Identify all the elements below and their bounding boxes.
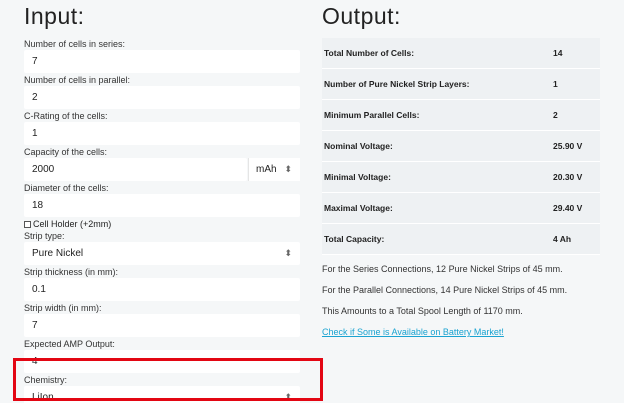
table-row: Total Number of Cells: 14: [322, 38, 600, 69]
cell-holder-row[interactable]: Cell Holder (+2mm): [24, 218, 300, 230]
strip-type-select[interactable]: Pure Nickel ⬍: [24, 242, 300, 265]
capacity-input[interactable]: 2000: [24, 158, 247, 181]
parallel-note: For the Parallel Connections, 14 Pure Ni…: [322, 285, 568, 295]
output-panel: Output: Total Number of Cells: 14 Number…: [322, 0, 600, 343]
table-row: Minimum Parallel Cells: 2: [322, 100, 600, 131]
series-input[interactable]: 7: [24, 50, 300, 73]
table-row: Maximal Voltage: 29.40 V: [322, 193, 600, 224]
output-table: Total Number of Cells: 14 Number of Pure…: [322, 38, 600, 255]
thickness-group: Strip thickness (in mm): 0.1: [24, 267, 300, 301]
series-group: Number of cells in series: 7: [24, 39, 300, 73]
table-row: Total Capacity: 4 Ah: [322, 224, 600, 255]
parallel-label: Number of cells in parallel:: [24, 75, 131, 85]
diameter-group: Diameter of the cells: 18: [24, 183, 300, 217]
row-label: Minimum Parallel Cells:: [324, 110, 420, 120]
row-value: 4 Ah: [553, 234, 572, 244]
output-notes: For the Series Connections, 12 Pure Nick…: [322, 259, 600, 343]
capacity-label: Capacity of the cells:: [24, 147, 108, 157]
width-group: Strip width (in mm): 7: [24, 303, 300, 337]
output-title: Output:: [322, 3, 401, 29]
row-label: Nominal Voltage:: [324, 141, 393, 151]
table-row: Number of Pure Nickel Strip Layers: 1: [322, 69, 600, 100]
row-value: 14: [553, 48, 563, 58]
spool-note: This Amounts to a Total Spool Length of …: [322, 306, 523, 316]
row-label: Maximal Voltage:: [324, 203, 393, 213]
battery-market-link[interactable]: Check if Some is Available on Battery Ma…: [322, 322, 600, 343]
diameter-label: Diameter of the cells:: [24, 183, 109, 193]
series-note: For the Series Connections, 12 Pure Nick…: [322, 264, 563, 274]
row-label: Total Capacity:: [324, 234, 385, 244]
row-value: 29.40 V: [553, 203, 583, 213]
strip-type-group: Strip type: Pure Nickel ⬍: [24, 231, 300, 265]
row-value: 1: [553, 79, 558, 89]
parallel-group: Number of cells in parallel: 2: [24, 75, 300, 109]
capacity-row: 2000 mAh ⬍: [24, 158, 300, 181]
row-label: Total Number of Cells:: [324, 48, 415, 58]
strip-type-label: Strip type:: [24, 231, 65, 241]
parallel-input[interactable]: 2: [24, 86, 300, 109]
crating-group: C-Rating of the cells: 1: [24, 111, 300, 145]
thickness-label: Strip thickness (in mm):: [24, 267, 119, 277]
series-label: Number of cells in series:: [24, 39, 126, 49]
amp-label: Expected AMP Output:: [24, 339, 115, 349]
cell-holder-label: Cell Holder (+2mm): [33, 219, 112, 229]
input-panel: Input: Number of cells in series: 7 Numb…: [24, 0, 300, 403]
row-value: 20.30 V: [553, 172, 583, 182]
input-title: Input:: [24, 3, 85, 29]
capacity-unit-select[interactable]: mAh ⬍: [248, 158, 300, 181]
strip-type-value: Pure Nickel: [32, 248, 84, 259]
updown-chevron-icon: ⬍: [284, 164, 292, 174]
thickness-input[interactable]: 0.1: [24, 278, 300, 301]
row-value: 2: [553, 110, 558, 120]
table-row: Nominal Voltage: 25.90 V: [322, 131, 600, 162]
row-value: 25.90 V: [553, 141, 583, 151]
table-row: Minimal Voltage: 20.30 V: [322, 162, 600, 193]
crating-label: C-Rating of the cells:: [24, 111, 108, 121]
chemistry-highlight-box: [13, 358, 323, 401]
diameter-input[interactable]: 18: [24, 194, 300, 217]
row-label: Number of Pure Nickel Strip Layers:: [324, 79, 470, 89]
capacity-unit-value: mAh: [256, 164, 277, 175]
width-input[interactable]: 7: [24, 314, 300, 337]
crating-input[interactable]: 1: [24, 122, 300, 145]
cell-holder-checkbox[interactable]: [24, 220, 31, 228]
width-label: Strip width (in mm):: [24, 303, 102, 313]
row-label: Minimal Voltage:: [324, 172, 391, 182]
updown-chevron-icon: ⬍: [284, 248, 292, 258]
capacity-group: Capacity of the cells: 2000 mAh ⬍: [24, 147, 300, 181]
